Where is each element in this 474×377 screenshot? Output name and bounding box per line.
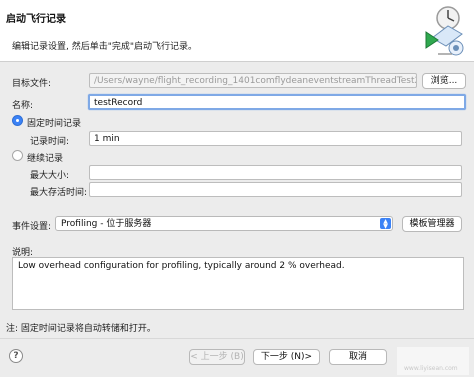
footer-divider <box>0 338 474 339</box>
updown-arrows-icon: ▲ ▼ <box>380 218 391 230</box>
fixed-time-label: 固定时间记录 <box>27 119 82 129</box>
template-manager-button[interactable]: 模板管理器 <box>402 216 462 232</box>
target-file-label: 目标文件: <box>12 79 52 89</box>
max-age-label: 最大存活时间: <box>30 188 88 198</box>
name-label: 名称: <box>12 101 34 111</box>
next-button[interactable]: 下一步 (N)> <box>253 349 320 365</box>
dialog-description: 编辑记录设置, 然后单击"完成"启动飞行记录。 <box>12 42 198 52</box>
continuous-radio[interactable] <box>12 150 23 161</box>
cancel-button[interactable]: 取消 <box>329 349 387 365</box>
record-time-input[interactable]: 1 min <box>89 131 462 146</box>
event-settings-label: 事件设置: <box>12 222 52 232</box>
dialog-header: 启动飞行记录 编辑记录设置, 然后单击"完成"启动飞行记录。 <box>0 0 474 62</box>
max-age-input[interactable] <box>89 182 462 197</box>
browse-button[interactable]: 浏览... <box>422 73 466 89</box>
name-input[interactable]: testRecord <box>88 94 466 110</box>
max-size-input[interactable] <box>89 165 462 180</box>
max-size-label: 最大大小: <box>30 171 70 181</box>
watermark-text: www.liyisean.com <box>404 365 458 372</box>
back-button[interactable]: < 上一步 (B) <box>189 349 245 365</box>
event-settings-value: Profiling - 位于服务器 <box>61 219 152 229</box>
event-settings-select[interactable]: Profiling - 位于服务器 ▲ ▼ <box>55 216 393 231</box>
continuous-label: 继续记录 <box>27 154 64 164</box>
fixed-time-radio[interactable] <box>12 115 23 126</box>
record-time-label: 记录时间: <box>30 137 70 147</box>
dialog-title: 启动飞行记录 <box>6 14 66 25</box>
note-text: 注: 固定时间记录将自动转储和打开。 <box>6 324 156 334</box>
help-icon[interactable]: ? <box>9 349 23 363</box>
description-textarea[interactable]: Low overhead configuration for profiling… <box>12 257 464 310</box>
target-file-field: /Users/wayne/flight_recording_1401comfly… <box>89 73 417 88</box>
recording-wizard-icon <box>425 6 464 56</box>
